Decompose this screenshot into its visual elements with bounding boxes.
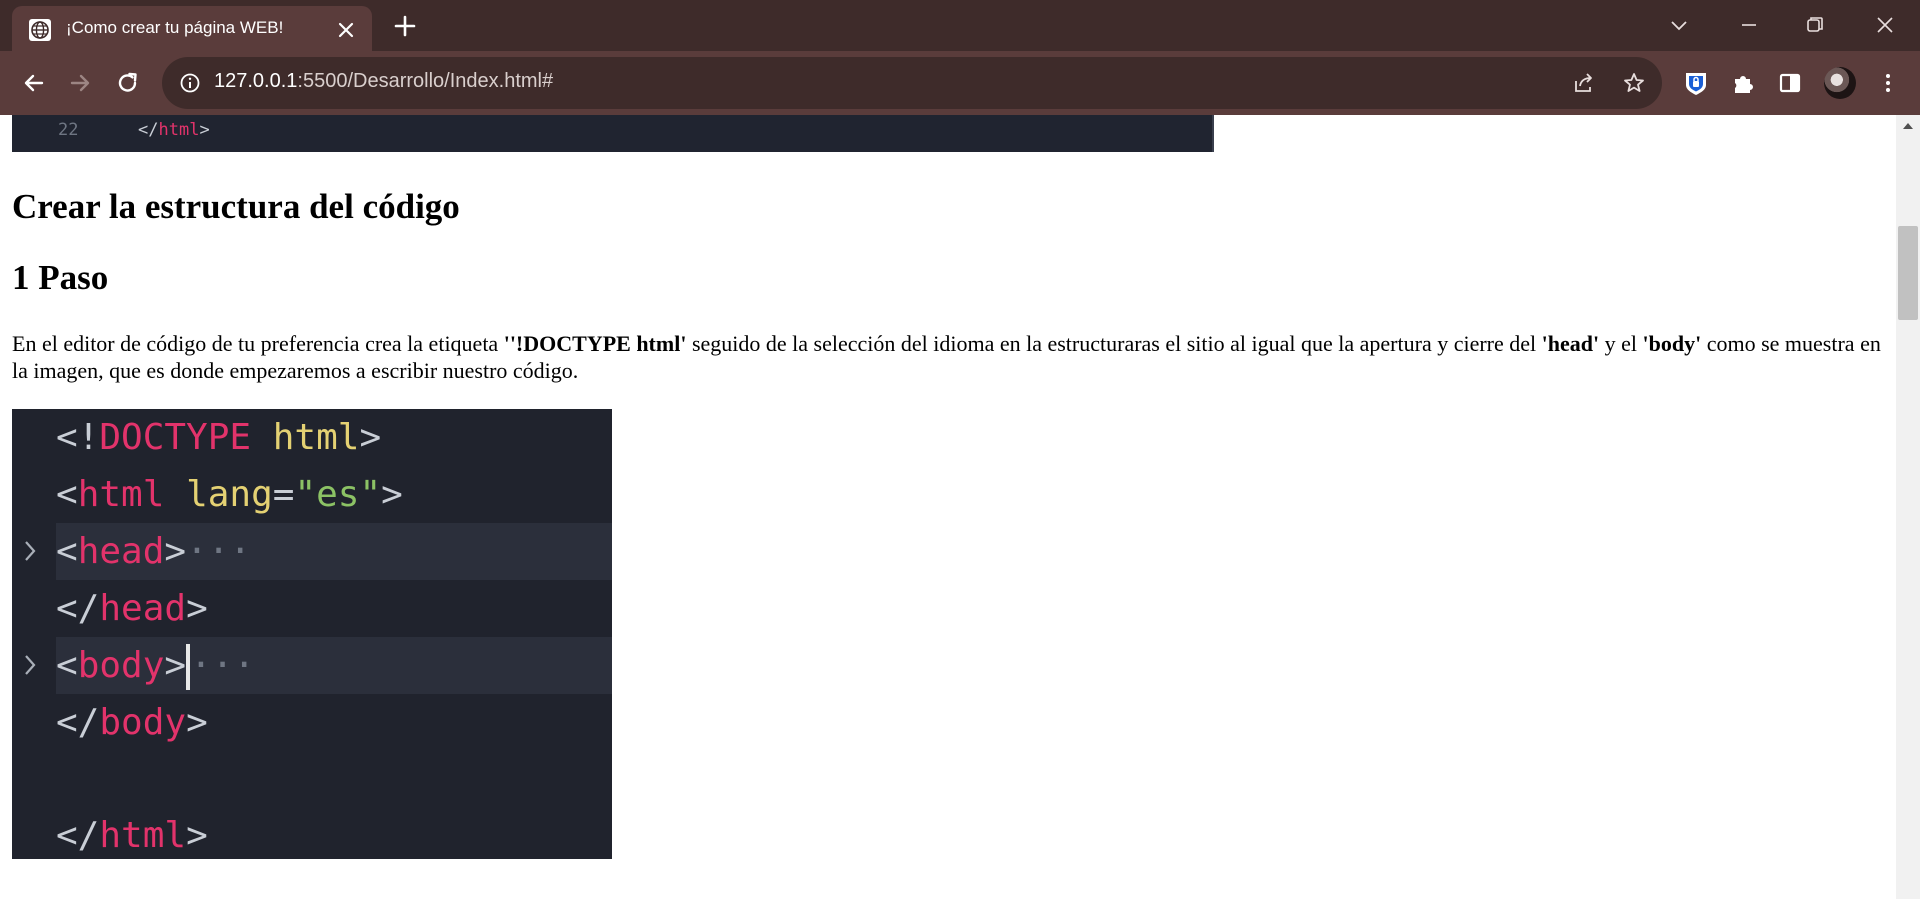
code-snippet-image-top: 22 </html> [12, 115, 1214, 152]
sidepanel-icon[interactable] [1776, 69, 1804, 97]
code-text: </head> [56, 580, 208, 637]
paragraph-bold: 'head' [1541, 331, 1600, 356]
code-token: < [56, 645, 78, 686]
code-token: body [99, 702, 187, 743]
code-token: > [199, 120, 210, 140]
section-heading: Crear la estructura del código [12, 187, 460, 226]
code-line-body-open: <body> ··· [56, 637, 612, 694]
code-token: ··· [190, 645, 256, 686]
close-icon[interactable] [334, 18, 358, 42]
code-token: </ [56, 702, 100, 743]
chevron-right-icon [25, 541, 36, 561]
reload-icon[interactable] [114, 69, 142, 97]
url-path: :5500/Desarrollo/Index.html# [297, 70, 554, 92]
globe-icon [29, 19, 51, 41]
code-token: head [77, 531, 165, 572]
code-line: </html> [138, 120, 210, 140]
code-token: <! [56, 417, 100, 458]
code-token: html [251, 417, 360, 458]
code-token: lang [164, 474, 273, 515]
code-token: html [77, 474, 165, 515]
paragraph-text: y el [1599, 331, 1643, 356]
code-token: DOCTYPE [99, 417, 252, 458]
paragraph-bold: 'body' [1642, 331, 1702, 356]
restore-icon[interactable] [1800, 10, 1830, 40]
avatar[interactable] [1824, 67, 1856, 99]
forward-icon[interactable] [66, 69, 94, 97]
address-bar[interactable]: 127.0.0.1:5500/Desarrollo/Index.html# [162, 57, 1662, 109]
scrollbar-thumb[interactable] [1898, 226, 1918, 320]
code-token: head [99, 588, 187, 629]
more-icon[interactable] [1874, 69, 1902, 97]
code-text: <body> ··· [56, 637, 255, 694]
paragraph-text: En el editor de código de tu preferencia… [12, 331, 504, 356]
code-text: <head>··· [56, 523, 251, 580]
step-heading: 1 Paso [12, 258, 109, 297]
code-token: > [381, 474, 403, 515]
code-token: > [186, 588, 208, 629]
code-token: = [272, 474, 295, 515]
shield-extension-icon[interactable] [1682, 69, 1710, 97]
code-line-html-close: </html> [12, 807, 612, 864]
browser-tab[interactable]: ¡Como crear tu página WEB! [12, 6, 372, 51]
code-token: "es" [294, 474, 382, 515]
browser-toolbar: 127.0.0.1:5500/Desarrollo/Index.html# [0, 51, 1920, 115]
code-token: html [99, 815, 187, 856]
scroll-up-arrow-icon[interactable] [1900, 119, 1916, 133]
url-text[interactable]: 127.0.0.1:5500/Desarrollo/Index.html# [214, 70, 553, 93]
window-close-icon[interactable] [1870, 10, 1900, 40]
code-token: ··· [186, 531, 252, 572]
line-number: 22 [58, 120, 79, 140]
back-icon[interactable] [20, 69, 48, 97]
page-content: 22 </html> Crear la estructura del códig… [0, 115, 1896, 899]
code-text: </html> [56, 807, 208, 864]
tab-title: ¡Como crear tu página WEB! [66, 18, 284, 37]
code-text: </body> [56, 694, 208, 751]
code-line-body-close: </body> [12, 694, 612, 751]
puzzle-icon[interactable] [1730, 69, 1758, 97]
code-text: <html lang="es"> [56, 466, 403, 523]
code-token: > [186, 702, 208, 743]
info-icon[interactable] [178, 71, 202, 95]
code-token: < [56, 531, 78, 572]
code-token: > [359, 417, 382, 458]
plus-icon[interactable] [392, 13, 418, 39]
chevron-down-icon[interactable] [1664, 10, 1694, 40]
share-icon[interactable] [1572, 71, 1596, 95]
code-line-head-open: <head>··· [56, 523, 612, 580]
code-token: </ [56, 815, 100, 856]
instruction-paragraph: En el editor de código de tu preferencia… [12, 330, 1882, 384]
code-token: body [77, 645, 165, 686]
code-line-html-open: <html lang="es"> [12, 466, 612, 523]
chevron-right-icon [25, 655, 36, 675]
code-structure-image: <!DOCTYPE html> <html lang="es"> <head>·… [12, 409, 612, 859]
star-icon[interactable] [1622, 71, 1646, 95]
code-token: > [164, 531, 187, 572]
minimize-icon[interactable] [1734, 10, 1764, 40]
code-token: html [158, 120, 200, 140]
paragraph-bold: ''!DOCTYPE html' [503, 331, 687, 356]
code-token: </ [56, 588, 100, 629]
code-token: < [56, 474, 78, 515]
tab-strip: ¡Como crear tu página WEB! [0, 0, 1920, 51]
paragraph-text: seguido de la selección del idioma en la… [686, 331, 1542, 356]
code-token: > [164, 645, 187, 686]
code-line-head-close: </head> [12, 580, 612, 637]
code-token: </ [138, 120, 159, 140]
url-host: 127.0.0.1 [214, 70, 298, 92]
code-line-doctype: <!DOCTYPE html> [12, 409, 612, 466]
code-text: <!DOCTYPE html> [56, 409, 381, 466]
code-token: > [186, 815, 208, 856]
